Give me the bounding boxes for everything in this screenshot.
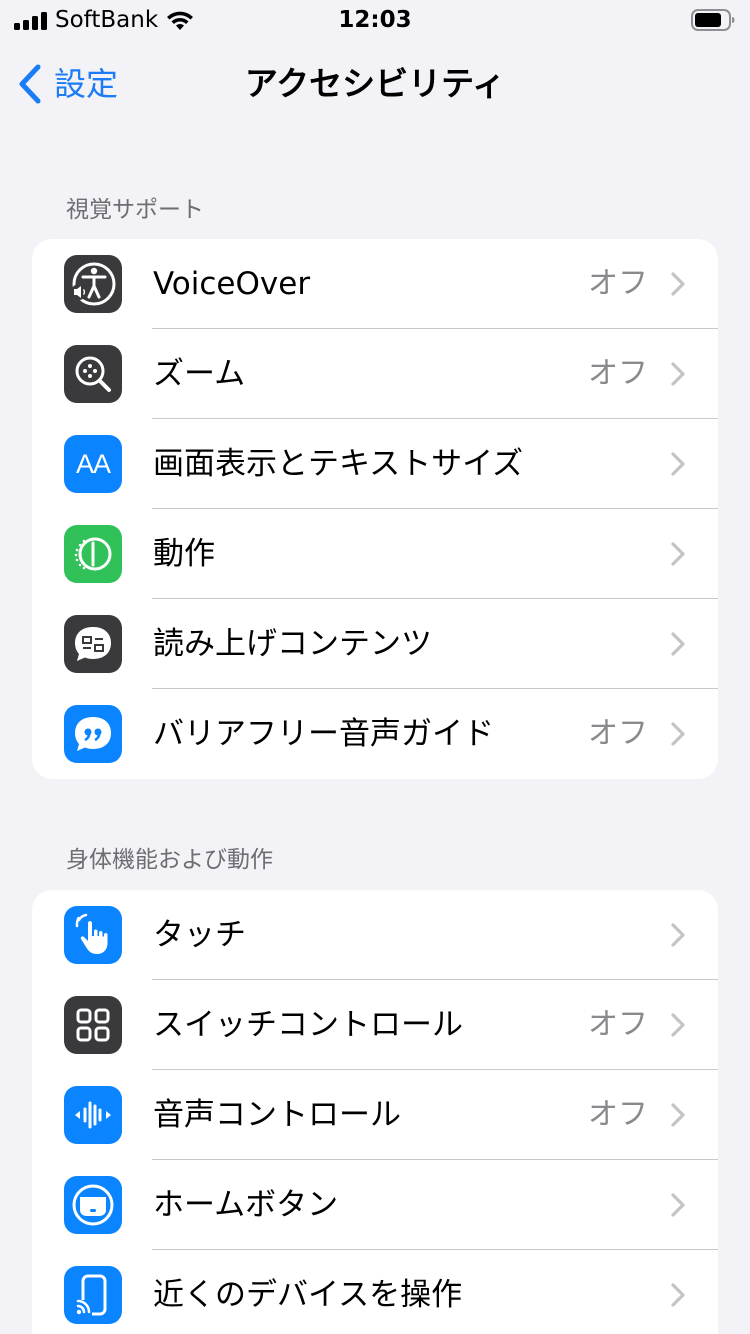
chevron-right-icon bbox=[671, 1283, 685, 1307]
touch-icon bbox=[64, 906, 122, 964]
chevron-right-icon bbox=[671, 632, 685, 656]
row-label: 読み上げコンテンツ bbox=[153, 626, 432, 662]
nearby-devices-icon bbox=[64, 1266, 122, 1324]
chevron-right-icon bbox=[671, 722, 685, 746]
row-label: バリアフリー音声ガイド bbox=[153, 716, 494, 752]
row-label: VoiceOver bbox=[153, 266, 311, 302]
text-size-icon: AA bbox=[64, 435, 122, 493]
motion-icon bbox=[64, 525, 122, 583]
row-spoken-content[interactable]: 読み上げコンテンツ bbox=[32, 599, 718, 689]
row-touch[interactable]: タッチ bbox=[32, 890, 718, 980]
audio-descriptions-icon bbox=[64, 705, 122, 763]
row-motion[interactable]: 動作 bbox=[32, 509, 718, 599]
row-label: ズーム bbox=[153, 356, 246, 392]
switch-control-icon bbox=[64, 996, 122, 1054]
status-bar: SoftBank 12:03 bbox=[0, 0, 750, 40]
row-label: 動作 bbox=[153, 536, 215, 572]
zoom-icon bbox=[64, 345, 122, 403]
settings-group-physical-motor: タッチ スイッチコントロール オフ 音声コントロール オフ ホームボタン 近くの… bbox=[32, 890, 718, 1334]
row-control-nearby-devices[interactable]: 近くのデバイスを操作 bbox=[32, 1250, 718, 1334]
row-label: 音声コントロール bbox=[153, 1097, 401, 1133]
row-label: スイッチコントロール bbox=[153, 1007, 463, 1043]
row-display-text-size[interactable]: AA 画面表示とテキストサイズ bbox=[32, 419, 718, 509]
row-value: オフ bbox=[588, 716, 648, 751]
row-label: タッチ bbox=[153, 917, 246, 953]
voiceover-icon bbox=[64, 255, 122, 313]
row-home-button[interactable]: ホームボタン bbox=[32, 1160, 718, 1250]
row-audio-descriptions[interactable]: バリアフリー音声ガイド オフ bbox=[32, 689, 718, 779]
row-label: 近くのデバイスを操作 bbox=[153, 1277, 463, 1313]
row-label: 画面表示とテキストサイズ bbox=[153, 446, 524, 482]
row-zoom[interactable]: ズーム オフ bbox=[32, 329, 718, 419]
page-title: アクセシビリティ bbox=[244, 64, 506, 103]
chevron-right-icon bbox=[671, 542, 685, 566]
chevron-right-icon bbox=[671, 1013, 685, 1037]
row-switch-control[interactable]: スイッチコントロール オフ bbox=[32, 980, 718, 1070]
chevron-right-icon bbox=[671, 1103, 685, 1127]
battery-icon bbox=[691, 9, 735, 31]
chevron-right-icon bbox=[671, 923, 685, 947]
chevron-right-icon bbox=[671, 272, 685, 296]
row-label: ホームボタン bbox=[153, 1187, 339, 1223]
row-voice-control[interactable]: 音声コントロール オフ bbox=[32, 1070, 718, 1160]
row-value: オフ bbox=[588, 1097, 648, 1132]
section-header-physical-motor: 身体機能および動作 bbox=[66, 847, 273, 873]
status-time: 12:03 bbox=[338, 7, 412, 33]
chevron-right-icon bbox=[671, 452, 685, 476]
section-header-vision: 視覚サポート bbox=[66, 197, 204, 223]
chevron-right-icon bbox=[671, 362, 685, 386]
chevron-right-icon bbox=[671, 1193, 685, 1217]
row-value: オフ bbox=[588, 266, 648, 301]
spoken-content-icon bbox=[64, 615, 122, 673]
row-voiceover[interactable]: VoiceOver オフ bbox=[32, 239, 718, 329]
settings-group-vision: VoiceOver オフ ズーム オフ AA 画面表示とテキストサイズ 動作 読… bbox=[32, 239, 718, 779]
text-size-glyph: AA bbox=[75, 448, 111, 479]
row-value: オフ bbox=[588, 1007, 648, 1042]
home-button-icon bbox=[64, 1176, 122, 1234]
row-value: オフ bbox=[588, 356, 648, 391]
voice-control-icon bbox=[64, 1086, 122, 1144]
navigation-bar: 設定 アクセシビリティ bbox=[0, 40, 750, 128]
